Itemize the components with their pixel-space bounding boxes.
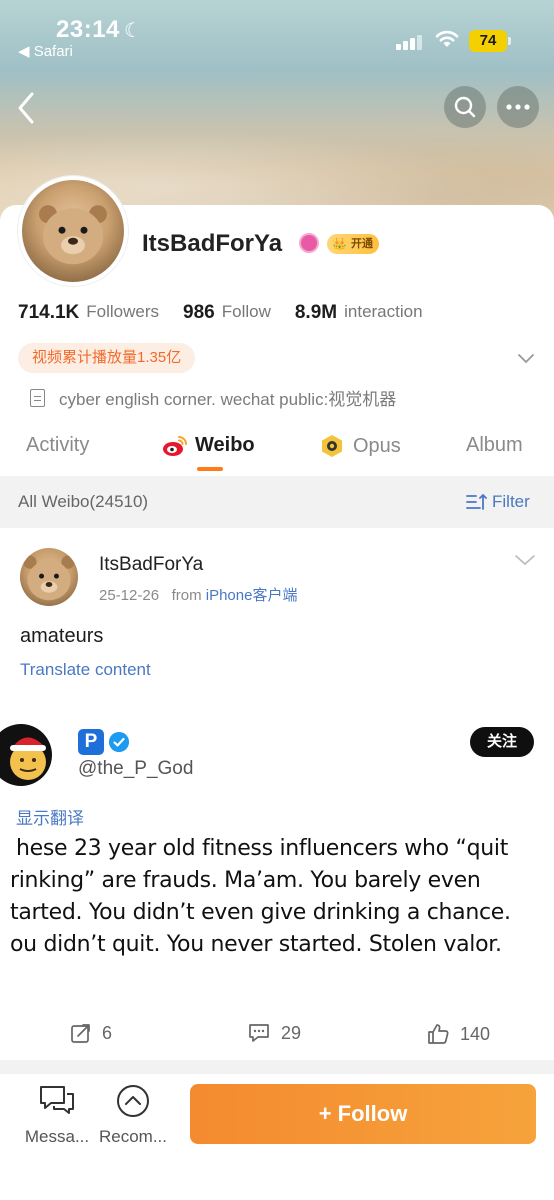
weibo-filter-bar: All Weibo(24510) Filter	[0, 476, 554, 528]
teddy-bear-avatar-image	[39, 205, 107, 265]
opus-hexagon-icon	[322, 435, 342, 457]
embedded-follow-button: 关注	[470, 727, 534, 757]
embedded-tweet-text: hese 23 year old fitness influencers who…	[10, 833, 554, 961]
active-tab-indicator	[197, 467, 223, 471]
like-count: 140	[460, 1023, 491, 1044]
post-author-avatar[interactable]	[20, 548, 78, 606]
profile-stats: 714.1K Followers 986 Follow 8.9M interac…	[18, 302, 447, 324]
tab-opus[interactable]: Opus	[320, 434, 401, 458]
section-divider	[0, 1060, 554, 1074]
all-weibo-count: All Weibo(24510)	[18, 492, 149, 511]
comment-icon	[249, 1024, 269, 1042]
battery-indicator: 74	[469, 30, 511, 52]
following-count[interactable]: 986	[183, 302, 215, 324]
followers-label[interactable]: Followers	[86, 302, 159, 324]
bio-text: cyber english corner. wechat public:视觉机器	[59, 390, 397, 409]
video-plays-pill[interactable]: 视频累计播放量1.35亿	[18, 343, 196, 373]
teddy-bear-avatar-image	[23, 555, 75, 601]
document-icon	[30, 388, 45, 407]
post-author-name[interactable]: ItsBadForYa	[99, 554, 203, 576]
embedded-screenshot[interactable]: P @the_P_God 关注 显示翻译 hese 23 year old fi…	[0, 715, 554, 975]
status-time: 23:14	[56, 16, 120, 43]
verified-check-icon	[109, 732, 129, 752]
following-label[interactable]: Follow	[222, 302, 271, 324]
recommend-label: Recom...	[98, 1127, 168, 1146]
profile-avatar[interactable]	[18, 176, 128, 286]
embedded-show-translation: 显示翻译	[16, 809, 84, 828]
repost-count: 6	[102, 1022, 113, 1043]
profile-username: ItsBadForYa	[142, 230, 283, 257]
post-from-label: from	[171, 587, 202, 604]
thumbs-up-icon	[428, 1024, 449, 1044]
tab-weibo[interactable]: Weibo	[162, 434, 255, 457]
embedded-p-badge: P	[78, 729, 104, 755]
post-meta: 25-12-26 from iPhone客户端	[99, 584, 297, 605]
messages-button[interactable]: Messa...	[18, 1084, 96, 1147]
embedded-handle: @the_P_God	[78, 758, 194, 779]
post-actions: 6 29 140	[0, 1010, 554, 1056]
followers-count[interactable]: 714.1K	[18, 302, 79, 324]
tab-activity[interactable]: Activity	[26, 434, 89, 457]
wifi-icon	[435, 30, 459, 47]
repost-icon	[71, 1024, 90, 1043]
embedded-line: tarted. You didn’t even give drinking a …	[10, 900, 511, 925]
weibo-logo-icon	[163, 435, 187, 456]
chevron-up-circle-icon	[117, 1085, 149, 1117]
translate-content-link[interactable]: Translate content	[20, 660, 151, 680]
status-bar: 23:14 ☾ ◀ Safari 74	[0, 0, 554, 70]
filter-button[interactable]: Filter	[466, 492, 530, 512]
recommend-button[interactable]: Recom...	[94, 1084, 172, 1147]
filter-label: Filter	[492, 492, 530, 511]
repost-button[interactable]: 6	[70, 1022, 112, 1044]
chevron-down-icon[interactable]	[516, 348, 536, 368]
chevron-down-icon[interactable]	[514, 553, 536, 567]
filter-sort-icon	[466, 494, 487, 510]
search-button[interactable]	[444, 86, 486, 128]
chat-bubbles-icon	[40, 1086, 74, 1114]
post-date: 25-12-26	[99, 587, 160, 604]
embedded-line: hese 23 year old fitness influencers who…	[16, 836, 509, 861]
comment-button[interactable]: 29	[247, 1022, 301, 1044]
post-text: amateurs	[20, 625, 104, 647]
more-button[interactable]	[497, 86, 539, 128]
verified-pink-badge-icon[interactable]	[299, 233, 319, 253]
follow-button[interactable]: + Follow	[190, 1084, 536, 1144]
profile-tabs: Activity Weibo Opus Album	[0, 425, 554, 475]
embedded-line: rinking” are frauds. Ma’am. You barely e…	[10, 868, 481, 893]
back-to-safari-link[interactable]: ◀ Safari	[18, 42, 73, 60]
messages-label: Messa...	[24, 1127, 90, 1146]
interaction-count: 8.9M	[294, 302, 338, 323]
comment-count: 29	[281, 1022, 302, 1043]
embedded-line: ou didn’t quit. You never started. Stole…	[10, 932, 502, 957]
tab-opus-label: Opus	[353, 434, 401, 457]
post-source-link[interactable]: iPhone客户端	[206, 587, 298, 604]
interaction-label: interaction	[344, 302, 423, 321]
bottom-action-bar: Messa... Recom... + Follow	[0, 1074, 554, 1200]
profile-bio: cyber english corner. wechat public:视觉机器	[30, 385, 396, 410]
emoji-santa-hat-avatar-image	[10, 737, 46, 780]
back-arrow-icon[interactable]	[12, 88, 42, 128]
moon-icon: ☾	[124, 20, 142, 42]
embedded-author-avatar	[0, 724, 52, 786]
tab-album[interactable]: Album	[466, 434, 523, 457]
tab-weibo-label: Weibo	[195, 434, 255, 456]
like-button[interactable]: 140	[426, 1022, 490, 1046]
search-icon	[454, 96, 476, 118]
vip-open-badge[interactable]: 开通	[327, 234, 379, 254]
cellular-signal-icon	[396, 34, 424, 50]
more-dots-icon	[506, 104, 530, 110]
